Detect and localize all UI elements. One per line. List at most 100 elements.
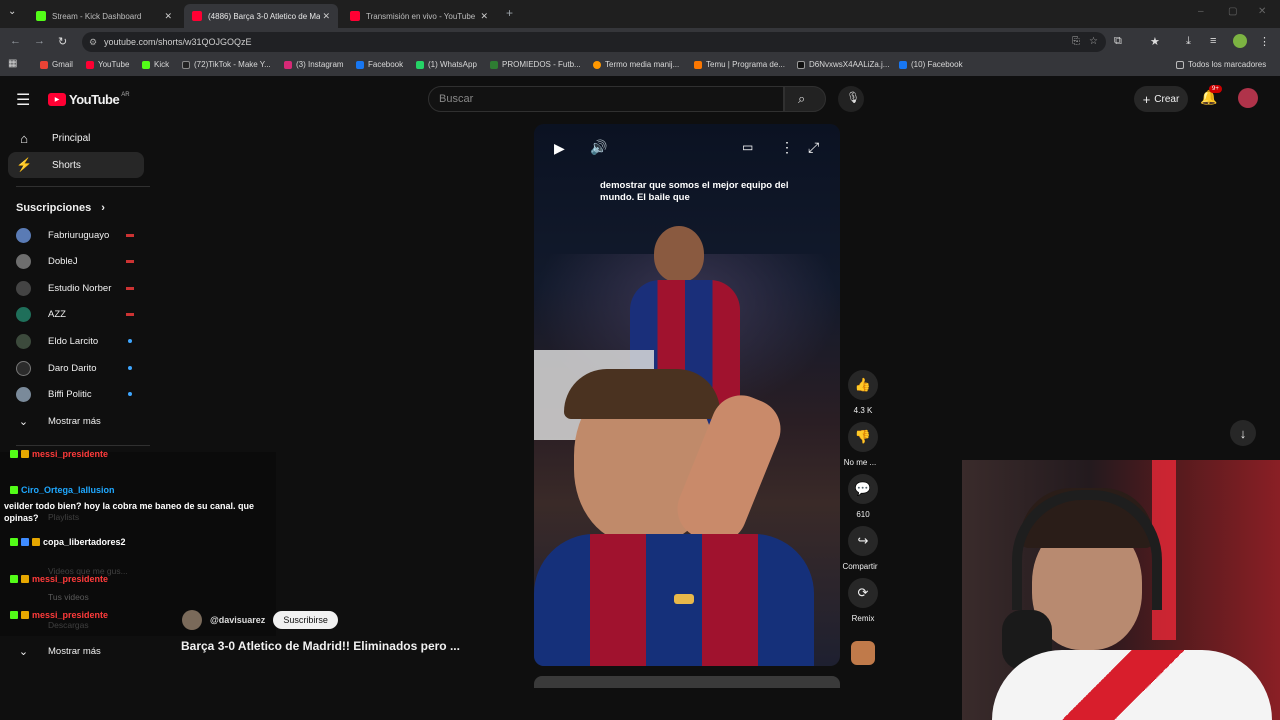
bookmark-facebook-2[interactable]: (10) Facebook [899,60,963,69]
subscription-item[interactable]: DobleJ [16,251,136,271]
show-more-label: Mostrar más [48,415,101,427]
subscribe-button[interactable]: Suscribirse [273,611,338,629]
account-avatar[interactable] [1238,88,1258,108]
sponsor-logo [674,594,694,604]
minimize-icon[interactable]: – [1198,6,1204,17]
window-close-icon[interactable]: ✕ [1258,6,1266,17]
media-icon[interactable]: ≡ [1210,35,1216,47]
address-bar[interactable]: ⚙ youtube.com/shorts/w31QOJGOQzE ⎘ ☆ [82,32,1106,52]
termo-icon [593,60,601,69]
subscription-item[interactable]: Fabriuruguayo [16,225,136,245]
back-icon[interactable]: ← [10,35,21,47]
notifications-button[interactable]: 🔔 9+ [1200,85,1222,106]
comment-icon: 💬 [854,481,872,496]
mic-icon: 🎙 [846,92,860,104]
reactor-hair [564,369,720,419]
bookmark-label: (72)TikTok - Make Y... [194,60,271,69]
channel-name: AZZ [48,308,66,320]
audio-thumbnail[interactable] [851,641,875,665]
bookmark-temu[interactable]: Temu | Programa de... [694,60,785,69]
download-icon[interactable]: ⤓ [1186,35,1191,48]
bookmark-gmail[interactable]: Gmail [40,60,73,69]
bookmark-label: Facebook [368,60,404,69]
bookmark-star-icon[interactable]: ☆ [1089,32,1098,52]
channel-avatar[interactable] [182,610,202,630]
maximize-icon[interactable]: ▢ [1228,6,1237,17]
new-tab-button[interactable]: + [506,6,513,20]
short-channel-row: @davisuarez Suscribirse [182,610,338,630]
kick-badge-icon [10,450,18,458]
next-short-button[interactable]: ↓ [1230,420,1256,446]
close-icon[interactable]: ✕ [480,11,488,22]
more-options-icon[interactable]: ⋮ [780,139,794,156]
search-button[interactable]: ⌕ [784,86,826,112]
subscription-item[interactable]: Daro Darito [16,358,136,378]
channel-handle[interactable]: @davisuarez [210,615,265,625]
comments-button[interactable]: 💬 610 [848,474,878,519]
extensions-icon[interactable]: ⧉ [1114,35,1122,48]
sidebar-item-principal[interactable]: ⌂ Principal [8,125,144,151]
create-button[interactable]: + Crear [1134,86,1188,112]
reload-icon[interactable]: ↻ [58,35,67,48]
tab-search-icon[interactable]: ⌄ [8,6,16,17]
like-count: 4.3 K [853,406,873,415]
bookmark-kick[interactable]: Kick [142,60,169,69]
forward-icon[interactable]: → [34,35,45,47]
subscription-item[interactable]: AZZ [16,304,136,324]
bookmark-promiedos[interactable]: PROMIEDOS - Futb... [490,60,581,69]
show-more-button-2[interactable]: ⌄ Mostrar más [16,641,136,661]
like-button[interactable]: 👍 4.3 K [848,370,878,415]
next-short-preview[interactable] [534,676,840,688]
install-icon[interactable]: ⎘ [1072,32,1080,52]
apps-icon[interactable]: ▦ [8,58,17,69]
bookmark-whatsapp[interactable]: (1) WhatsApp [416,60,477,69]
bookmark-x-image[interactable]: D6NvxwsX4AALiZa.j... [797,60,889,69]
sub-badge-icon [21,450,29,458]
sidebar-item-shorts[interactable]: ⚡ Shorts [8,152,144,178]
tab-youtube-short[interactable]: (4886) Barça 3-0 Atletico de Ma ✕ [184,4,338,28]
fullscreen-icon[interactable]: ⤢ [808,139,819,156]
bookmark-instagram[interactable]: (3) Instagram [284,60,344,69]
captions-icon[interactable]: ▭ [742,140,753,154]
chat-username: messi_presidente [32,610,109,620]
tab-youtube-live[interactable]: Transmisión en vivo - YouTube ✕ [342,4,496,28]
chat-username: messi_presidente [32,449,109,459]
bookmark-tiktok[interactable]: (72)TikTok - Make Y... [182,60,271,69]
tab-kick-dashboard[interactable]: Stream - Kick Dashboard ✕ [28,4,180,28]
search-input[interactable]: Buscar [428,86,784,112]
bookmarks-icon[interactable]: ★ [1150,35,1160,48]
bookmark-termo[interactable]: Termo media manij... [593,60,679,69]
bookmark-label: PROMIEDOS - Futb... [502,60,581,69]
dislike-button[interactable]: 👎 No me ... [844,422,878,467]
share-button[interactable]: ↪ Compartir [842,526,878,571]
subscription-item[interactable]: Eldo Larcito [16,331,136,351]
show-more-button[interactable]: ⌄ Mostrar más [16,411,136,431]
play-icon[interactable]: ▶ [554,140,565,157]
chevron-down-icon: ⌄ [18,415,29,428]
youtube-icon [192,11,202,21]
close-icon[interactable]: ✕ [322,11,330,22]
kick-icon [142,60,150,69]
show-more-label: Mostrar más [48,645,101,657]
short-title[interactable]: Barça 3-0 Atletico de Madrid!! Eliminado… [181,639,460,653]
subscriptions-header[interactable]: Suscripciones › [16,202,105,214]
volume-icon[interactable]: 🔊 [590,139,607,156]
voice-search-button[interactable]: 🎙 [838,86,864,112]
remix-button[interactable]: ⟳ Remix [848,578,878,623]
channel-name: Fabriuruguayo [48,229,110,241]
profile-avatar[interactable] [1233,34,1247,48]
youtube-logo[interactable]: ▶ YouTube AR [48,92,130,107]
subscription-item[interactable]: Biffi Politic [16,384,136,404]
site-info-icon[interactable]: ⚙ [89,32,97,52]
tab-title: Stream - Kick Dashboard [52,11,142,21]
bookmark-facebook[interactable]: Facebook [356,60,403,69]
close-icon[interactable]: ✕ [164,11,172,22]
subscription-item[interactable]: Estudio Norber [16,278,136,298]
browser-menu-icon[interactable]: ⋮ [1259,35,1270,48]
menu-icon[interactable]: ☰ [16,90,30,110]
all-bookmarks-folder[interactable]: Todos los marcadores [1176,60,1266,69]
bookmark-youtube[interactable]: YouTube [86,60,129,69]
whatsapp-icon [416,60,424,69]
shorts-video-player[interactable]: ▶ 🔊 ▭ ⋮ ⤢ demostrar que somos el mejor e… [534,124,840,666]
bookmarks-bar: ▦ Gmail YouTube Kick (72)TikTok - Make Y… [0,56,1280,76]
